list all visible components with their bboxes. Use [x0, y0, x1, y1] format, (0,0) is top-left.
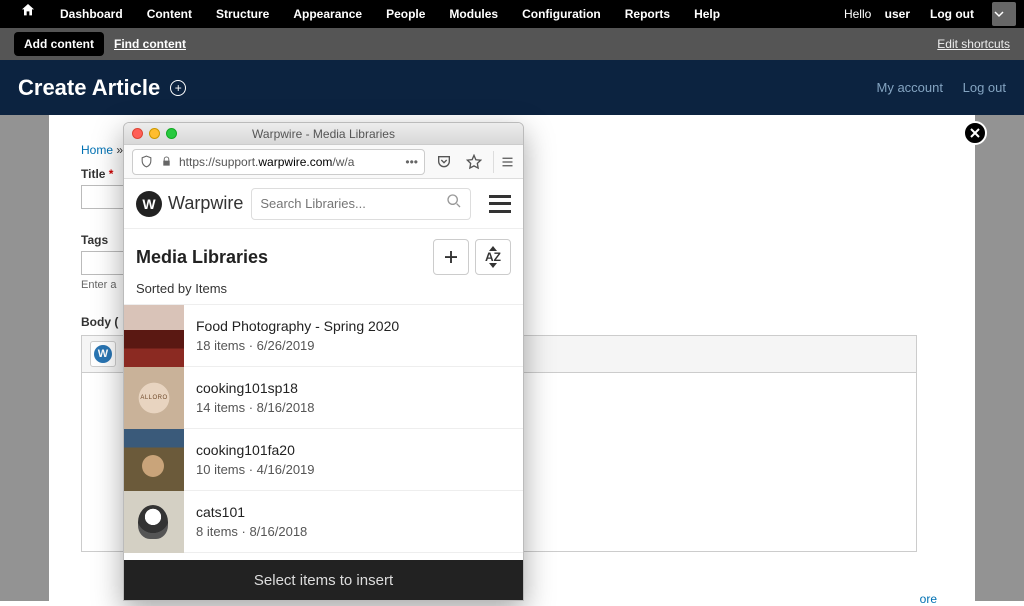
library-item[interactable]: Food Photography - Spring 2020 18 items … — [124, 305, 523, 367]
page-title: Create Article — [18, 75, 160, 101]
toolbar-expand-button[interactable] — [992, 2, 1016, 26]
page-banner: Create Article + My account Log out — [0, 60, 1024, 115]
library-name: cooking101fa20 — [196, 442, 315, 458]
browser-menu-icon[interactable] — [493, 151, 515, 173]
window-title: Warpwire - Media Libraries — [124, 127, 523, 141]
library-meta: cooking101fa20 10 items · 4/16/2019 — [184, 442, 327, 477]
url-more-icon[interactable]: ••• — [405, 155, 418, 169]
warpwire-icon: W — [94, 345, 112, 363]
find-content-link[interactable]: Find content — [114, 37, 186, 51]
lock-icon — [159, 155, 173, 169]
menu-configuration[interactable]: Configuration — [510, 0, 613, 28]
menu-people[interactable]: People — [374, 0, 437, 28]
library-meta: cats101 8 items · 8/16/2018 — [184, 504, 319, 539]
library-item[interactable]: cooking101sp18 14 items · 8/16/2018 — [124, 367, 523, 429]
admin-toolbar: Dashboard Content Structure Appearance P… — [0, 0, 1024, 28]
breadcrumb-home[interactable]: Home — [81, 143, 113, 157]
warpwire-logo: W Warpwire — [136, 191, 243, 217]
home-link[interactable] — [8, 0, 48, 28]
warpwire-insert-button[interactable]: W — [90, 341, 116, 367]
close-overlay-button[interactable] — [963, 121, 987, 145]
menu-structure[interactable]: Structure — [204, 0, 281, 28]
library-search[interactable] — [251, 188, 471, 220]
library-thumbnail — [124, 305, 184, 367]
menu-appearance[interactable]: Appearance — [281, 0, 374, 28]
library-subtitle: 14 items · 8/16/2018 — [196, 400, 315, 415]
chevron-down-icon — [994, 9, 1004, 19]
menu-reports[interactable]: Reports — [613, 0, 682, 28]
library-item[interactable]: cooking101fa20 10 items · 4/16/2019 — [124, 429, 523, 491]
search-icon — [446, 193, 462, 214]
library-name: Food Photography - Spring 2020 — [196, 318, 399, 334]
warpwire-logo-text: Warpwire — [168, 193, 243, 214]
add-icon[interactable]: + — [170, 80, 186, 96]
library-subtitle: 10 items · 4/16/2019 — [196, 462, 315, 477]
library-thumbnail — [124, 429, 184, 491]
libraries-header: Media Libraries AZ — [124, 229, 523, 281]
library-name: cooking101sp18 — [196, 380, 315, 396]
url-text: https://support.warpwire.com/w/a — [179, 155, 399, 169]
add-content-button[interactable]: Add content — [14, 32, 104, 56]
bookmark-star-icon[interactable] — [463, 151, 485, 173]
library-search-input[interactable] — [260, 196, 446, 211]
admin-menu: Dashboard Content Structure Appearance P… — [8, 0, 732, 28]
pocket-icon[interactable] — [433, 151, 455, 173]
sort-down-icon — [489, 263, 497, 268]
library-list: Food Photography - Spring 2020 18 items … — [124, 304, 523, 553]
home-icon — [20, 2, 36, 18]
close-icon — [969, 127, 981, 139]
menu-help[interactable]: Help — [682, 0, 732, 28]
admin-user-area: Hello user Log out — [844, 2, 1016, 26]
menu-modules[interactable]: Modules — [437, 0, 510, 28]
library-subtitle: 18 items · 6/26/2019 — [196, 338, 399, 353]
library-name: cats101 — [196, 504, 307, 520]
add-library-button[interactable] — [433, 239, 469, 275]
menu-content[interactable]: Content — [135, 0, 204, 28]
url-field[interactable]: https://support.warpwire.com/w/a ••• — [132, 149, 425, 175]
more-link[interactable]: ore — [920, 592, 937, 606]
shortcut-bar: Add content Find content Edit shortcuts — [0, 28, 1024, 60]
breadcrumb-sep: » — [113, 143, 123, 157]
warpwire-logo-icon: W — [136, 191, 162, 217]
libraries-heading: Media Libraries — [136, 247, 268, 268]
logout-link[interactable]: Log out — [920, 7, 984, 21]
warpwire-menu-button[interactable] — [489, 195, 511, 213]
library-item[interactable]: cats101 8 items · 8/16/2018 — [124, 491, 523, 553]
menu-dashboard[interactable]: Dashboard — [48, 0, 135, 28]
account-links: My account Log out — [861, 80, 1006, 95]
window-titlebar: Warpwire - Media Libraries — [124, 123, 523, 145]
library-thumbnail — [124, 491, 184, 553]
library-meta: Food Photography - Spring 2020 18 items … — [184, 318, 411, 353]
library-meta: cooking101sp18 14 items · 8/16/2018 — [184, 380, 327, 415]
warpwire-popup-window: Warpwire - Media Libraries https://suppo… — [123, 122, 524, 601]
sort-info: Sorted by Items — [124, 281, 523, 304]
insert-bar[interactable]: Select items to insert — [124, 560, 523, 600]
browser-url-bar: https://support.warpwire.com/w/a ••• — [124, 145, 523, 179]
edit-shortcuts-link[interactable]: Edit shortcuts — [937, 37, 1010, 51]
warpwire-header: W Warpwire — [124, 179, 523, 229]
hello-text: Hello user — [844, 7, 920, 21]
my-account-link[interactable]: My account — [877, 80, 943, 95]
library-thumbnail — [124, 367, 184, 429]
sort-button[interactable]: AZ — [475, 239, 511, 275]
plus-icon — [442, 248, 460, 266]
library-subtitle: 8 items · 8/16/2018 — [196, 524, 307, 539]
banner-logout-link[interactable]: Log out — [963, 80, 1006, 95]
shield-icon — [139, 155, 153, 169]
